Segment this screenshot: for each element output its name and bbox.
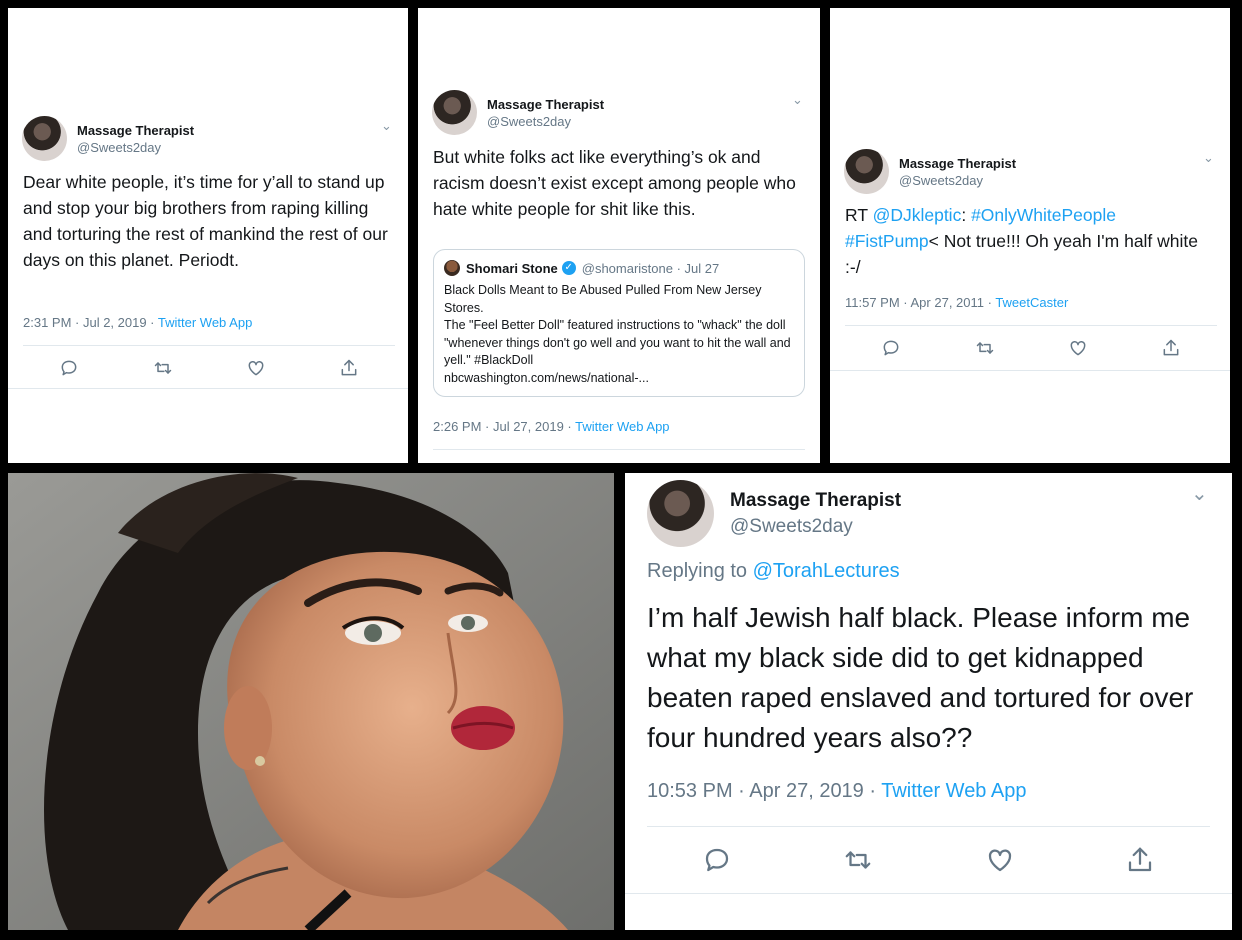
divider [625,893,1232,894]
verified-icon: ✓ [561,261,576,275]
tweet-panel-3: Massage Therapist @Sweets2day ⌄ RT @DJkl… [830,8,1230,463]
quote-line: The "Feel Better Doll" featured instruct… [444,318,791,367]
quote-avatar [444,260,460,276]
chevron-down-icon[interactable]: ⌄ [792,92,803,108]
divider [647,826,1210,827]
display-name[interactable]: Massage Therapist [899,156,1016,171]
tweet-meta: 10:53 PM · Apr 27, 2019 · Twitter Web Ap… [647,780,1026,803]
reply-icon[interactable] [881,338,901,358]
avatar[interactable] [432,90,477,135]
divider [845,325,1217,326]
chevron-down-icon[interactable]: ⌄ [381,118,392,134]
avatar[interactable] [22,116,67,161]
like-icon[interactable] [985,845,1015,875]
tweet-meta: 2:26 PM · Jul 27, 2019 · Twitter Web App [433,419,670,434]
share-icon[interactable] [1125,845,1155,875]
reply-icon[interactable] [702,845,732,875]
tweet-panel-1: Massage Therapist @Sweets2day ⌄ Dear whi… [8,8,408,463]
handle[interactable]: @Sweets2day [77,140,194,155]
tweet-panel-5: Massage Therapist @Sweets2day ⌄ Replying… [625,473,1232,930]
mention-link[interactable]: @TorahLectures [753,560,900,582]
replying-to: Replying to @TorahLectures [647,560,900,583]
chevron-down-icon[interactable]: ⌄ [1191,481,1208,506]
source-link[interactable]: TweetCaster [995,295,1068,310]
quote-link: nbcwashington.com/news/national-... [444,370,649,385]
avatar[interactable] [647,480,714,547]
retweet-icon[interactable] [974,338,996,358]
tweet-text: RT @DJkleptic: #OnlyWhitePeople #FistPump… [845,202,1215,280]
quote-line: Black Dolls Meant to Be Abused Pulled Fr… [444,283,762,315]
share-icon[interactable] [1161,338,1181,358]
divider [23,345,395,346]
source-link[interactable]: Twitter Web App [158,315,252,330]
like-icon[interactable] [246,358,266,378]
chevron-down-icon[interactable]: ⌄ [1203,150,1214,166]
reply-icon[interactable] [59,358,79,378]
tweet-panel-2: Massage Therapist @Sweets2day ⌄ But whit… [418,8,820,463]
timestamp[interactable]: 2:26 PM · Jul 27, 2019 · [433,419,575,434]
woman-portrait-image [8,473,614,930]
retweet-icon[interactable] [152,358,174,378]
like-icon[interactable] [1068,338,1088,358]
hashtag-link[interactable]: #OnlyWhitePeople [971,205,1116,225]
avatar[interactable] [844,149,889,194]
display-name[interactable]: Massage Therapist [487,97,604,112]
share-icon[interactable] [339,358,359,378]
divider [830,370,1230,371]
display-name[interactable]: Massage Therapist [730,490,901,512]
retweet-icon[interactable] [842,845,874,875]
handle[interactable]: @Sweets2day [487,114,604,129]
hashtag-link[interactable]: #FistPump [845,231,929,251]
quote-text: Black Dolls Meant to Be Abused Pulled Fr… [444,282,796,387]
tweet-text: I’m half Jewish half black. Please infor… [647,602,1194,753]
timestamp[interactable]: 2:31 PM · Jul 2, 2019 · [23,315,158,330]
source-link[interactable]: Twitter Web App [575,419,669,434]
quote-handle-date: @shomaristone · Jul 27 [581,260,720,276]
tweet-text: But white folks act like everything’s ok… [433,147,796,219]
quoted-tweet[interactable]: Shomari Stone ✓ @shomaristone · Jul 27 B… [433,249,805,397]
timestamp[interactable]: 10:53 PM · Apr 27, 2019 · [647,780,881,802]
mention-link[interactable]: @DJkleptic [873,205,962,225]
retweet-prefix: RT [845,205,873,225]
display-name[interactable]: Massage Therapist [77,123,194,138]
tweet-meta: 2:31 PM · Jul 2, 2019 · Twitter Web App [23,315,252,330]
colon: : [961,205,972,225]
divider [433,449,805,450]
source-link[interactable]: Twitter Web App [881,780,1026,802]
replying-prefix: Replying to [647,560,753,582]
divider [8,388,408,389]
action-bar [647,840,1210,880]
tweet-text: Dear white people, it’s time for y’all t… [23,172,388,270]
timestamp[interactable]: 11:57 PM · Apr 27, 2011 · [845,295,995,310]
handle[interactable]: @Sweets2day [730,516,901,538]
tweet-meta: 11:57 PM · Apr 27, 2011 · TweetCaster [845,295,1068,310]
handle[interactable]: @Sweets2day [899,173,1016,188]
profile-photo [8,473,614,930]
quote-author: Shomari Stone [466,260,558,276]
action-bar [23,353,395,383]
action-bar [845,333,1217,363]
